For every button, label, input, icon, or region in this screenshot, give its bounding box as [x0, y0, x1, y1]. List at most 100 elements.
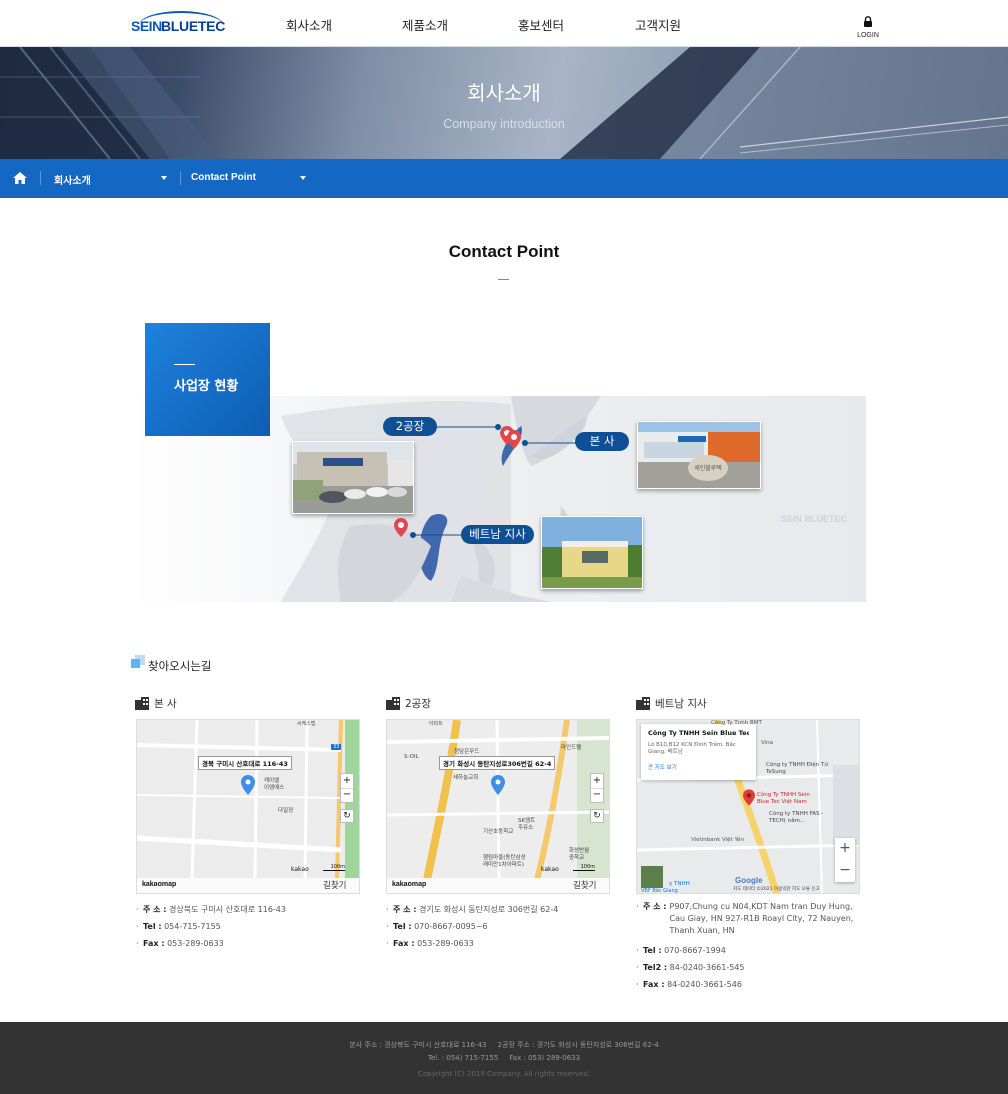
box-line: [174, 364, 195, 365]
nav-item-products[interactable]: 제품소개: [402, 15, 448, 34]
info-row: Fax : 053-289-0633: [386, 935, 616, 952]
info-key: Tel :: [143, 922, 162, 931]
hero-banner: 회사소개 Company introduction: [0, 47, 1008, 159]
place-address: Lô B10,B12 KCN Đình Trám, Bắc Giang, 베트남: [648, 742, 736, 755]
map-place: 마인드팰: [561, 745, 582, 751]
hero-subtitle: Company introduction: [443, 117, 565, 131]
info-row: 주 소 : 경상북도 구미시 산호대로 116-43: [136, 901, 366, 918]
place-info-card: Công Ty TNHH Sein Blue Tec ... Lô B10,B1…: [641, 724, 756, 780]
logo[interactable]: SEIN BLUETEC: [131, 11, 225, 35]
map-place: 아파트: [429, 721, 443, 727]
vietnam-photo-graphic: [542, 517, 642, 588]
map-place: Công ty TNHH Điện Tử TeSung: [766, 762, 828, 775]
header: SEIN BLUETEC 회사소개 제품소개 홍보센터 고객지원 LOGIN: [0, 0, 1008, 47]
zoom-in-button[interactable]: +: [835, 838, 855, 860]
info-row: Fax : 053-289-0633: [136, 935, 366, 952]
sites-title-box: 사업장 현황: [145, 323, 270, 436]
directions-square-icon: [131, 655, 145, 669]
lock-icon: [864, 16, 872, 27]
breadcrumb-level1[interactable]: 회사소개: [54, 172, 91, 187]
info-key: Tel :: [393, 922, 412, 931]
refresh-icon[interactable]: ↻: [340, 809, 354, 823]
info-value: 경기도 화성시 동탄지성로 306번길 62-4: [419, 905, 559, 914]
watermark-text: SEIN BLUETEC: [781, 514, 848, 524]
page-title: Contact Point: [448, 242, 560, 261]
office-vietnam-title: 베트남 지사: [655, 698, 707, 710]
footer-address: 본사 주소 : 경상북도 구미시 산호대로 116-43 2공장 주소 : 경기…: [349, 1041, 659, 1049]
hq-photo-graphic: 세인블루텍: [638, 422, 760, 488]
login-button[interactable]: LOGIN: [856, 12, 880, 39]
kakaomap-logo[interactable]: kakaomap: [142, 881, 176, 888]
zoom-in-button[interactable]: +: [591, 774, 603, 789]
info-value: 070-8667-0095~6: [414, 922, 488, 931]
map-place: Công Ty Tnhh BMT: [711, 720, 762, 726]
info-key: Tel2 :: [643, 963, 668, 972]
office-hq-info: 주 소 : 경상북도 구미시 산호대로 116-43 Tel : 054-715…: [136, 901, 366, 952]
info-key: 주 소 :: [143, 905, 167, 914]
info-row: Fax : 84-0240-3661-546: [636, 976, 864, 993]
zoom-control: + −: [835, 838, 855, 882]
logo-text-left: SEIN: [131, 18, 162, 34]
breadcrumb-level2[interactable]: Contact Point: [191, 172, 256, 183]
nav-item-pr-center[interactable]: 홍보센터: [518, 15, 564, 34]
map-brand: kakao: [541, 866, 559, 873]
info-key: Fax :: [393, 939, 415, 948]
home-icon[interactable]: [13, 172, 27, 184]
info-key: 주 소 :: [643, 902, 667, 911]
chevron-down-icon[interactable]: [161, 176, 167, 180]
road-number-badge: 33: [331, 744, 342, 750]
map-pin-icon: [394, 518, 408, 537]
info-row: Tel : 070-8667-1994: [636, 942, 864, 959]
map-place: 씨케스텝: [297, 721, 316, 727]
building-icon: [135, 697, 149, 710]
map-scale: 100m: [323, 864, 345, 871]
map-scale: 100m: [573, 864, 595, 871]
map-place: 기산초등학교: [483, 829, 514, 835]
route-button[interactable]: 길찾기: [573, 879, 596, 891]
zoom-control: + −: [340, 773, 354, 803]
kakaomap-logo[interactable]: kakaomap: [392, 881, 426, 888]
map-address-label: 경북 구미시 산호대로 116-43: [198, 756, 292, 770]
map-pin-icon: [507, 430, 521, 449]
hq-sign-text: 세인블루텍: [694, 464, 722, 472]
map-place: Công ty TNHH FAS -TECH( nâm...: [769, 811, 824, 824]
map-marker-icon: [491, 775, 505, 795]
map-vietnam[interactable]: Công Ty TNHH Sein Blue Tec ... Lô B10,B1…: [636, 719, 860, 894]
refresh-icon[interactable]: ↻: [590, 809, 604, 823]
zoom-in-button[interactable]: +: [341, 774, 353, 789]
info-value: 84-0240-3661-546: [667, 980, 742, 989]
map-hq[interactable]: 33 씨케스텝 케이엘 이엠에스 다일정 경북 구미시 산호대로 116-43 …: [136, 719, 360, 894]
hero-title: 회사소개: [467, 81, 541, 105]
chevron-down-icon[interactable]: [300, 176, 306, 180]
info-value: 053-289-0633: [167, 939, 224, 948]
larger-map-link[interactable]: 큰 지도 보기: [648, 763, 749, 771]
nav-item-company[interactable]: 회사소개: [286, 15, 332, 34]
title-divider: [498, 279, 509, 280]
map-address-label: 경기 화성시 동탄지성로306번길 62-4: [439, 756, 556, 770]
info-key: Tel :: [643, 946, 662, 955]
info-value: 053-289-0633: [417, 939, 474, 948]
directions-title: 찾아오시는길: [148, 659, 212, 673]
office-factory2-info: 주 소 : 경기도 화성시 동탄지성로 306번길 62-4 Tel : 070…: [386, 901, 616, 952]
map-factory2[interactable]: 아파트 S-OIL 청담은무드 마인드팰 새하늘교회 SK엠트 주유소 기산초등…: [386, 719, 610, 894]
route-button[interactable]: 길찾기: [323, 879, 346, 891]
zoom-out-button[interactable]: −: [341, 789, 353, 803]
info-key: Fax :: [143, 939, 165, 948]
footer: 본사 주소 : 경상북도 구미시 산호대로 116-43 2공장 주소 : 경기…: [0, 1022, 1008, 1094]
info-value: 경상북도 구미시 산호대로 116-43: [169, 905, 286, 914]
nav-item-support[interactable]: 고객지원: [635, 15, 681, 34]
map-place: S-OIL: [404, 754, 419, 760]
zoom-control: + −: [590, 773, 604, 803]
zoom-out-button[interactable]: −: [591, 789, 603, 803]
google-logo: Google: [735, 876, 763, 885]
info-key: 주 소 :: [393, 905, 417, 914]
map-place: 케이엘 이엠에스: [264, 778, 285, 791]
map-brand: kakao: [291, 866, 309, 873]
info-row: Tel : 070-8667-0095~6: [386, 918, 616, 935]
map-place: 새하늘교회: [453, 775, 479, 781]
info-value: P907,Chung cu N04,KDT Nam tran Duy Hung,…: [669, 902, 854, 935]
building-icon: [386, 697, 400, 710]
zoom-out-button[interactable]: −: [835, 860, 855, 882]
map-attribution[interactable]: 지도 데이터 ©2021 이용약관 지도 오류 신고: [733, 886, 820, 892]
info-key: Fax :: [643, 980, 665, 989]
